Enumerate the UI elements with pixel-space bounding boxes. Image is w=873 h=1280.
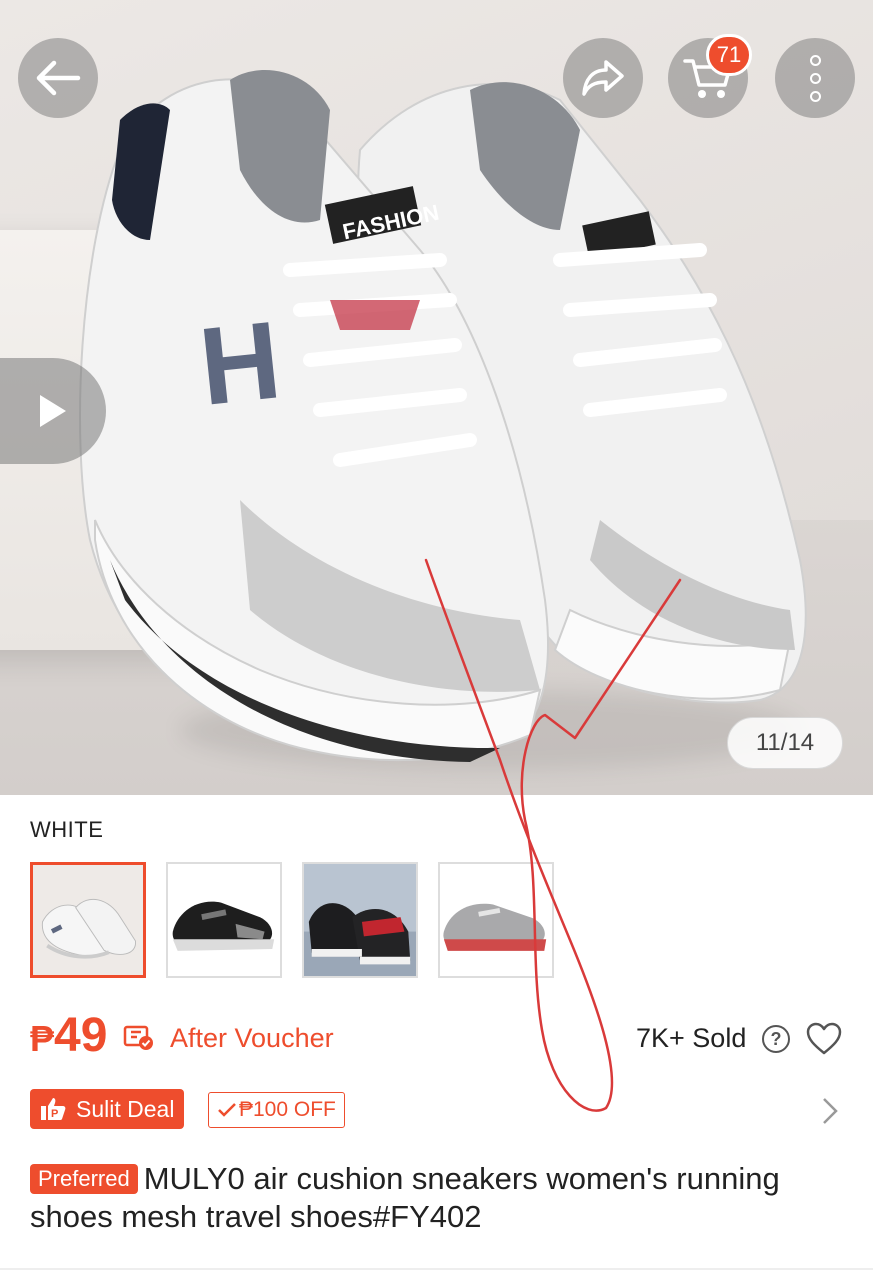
variant-thumb-black[interactable] [166, 862, 282, 978]
sneaker-black-red-image [304, 864, 416, 976]
help-icon[interactable]: ? [762, 1025, 790, 1053]
preferred-badge: Preferred [30, 1164, 138, 1194]
check-icon [218, 1103, 236, 1117]
image-counter: 11/14 [727, 717, 843, 769]
discount-badge[interactable]: ₱100 OFF [208, 1092, 345, 1128]
variant-thumbnails [30, 862, 554, 978]
share-button[interactable] [563, 38, 643, 118]
product-title: MULY0 air cushion sneakers women's runni… [30, 1161, 780, 1234]
sulit-deal-badge[interactable]: P Sulit Deal [30, 1089, 185, 1129]
cart-count-badge: 71 [706, 34, 752, 76]
price-value: 49 [54, 1009, 108, 1062]
sneaker-white-image [33, 865, 143, 975]
svg-text:P: P [51, 1108, 58, 1120]
voucher-icon [123, 1025, 153, 1050]
sneaker-grey-red-image [440, 864, 552, 976]
sold-count: 7K+ Sold [636, 1023, 747, 1053]
price: ₱49 [30, 1008, 107, 1063]
price-currency: ₱ [30, 1018, 55, 1059]
deal-thumb-icon: P [38, 1096, 68, 1122]
share-icon [582, 60, 624, 96]
chevron-right-icon[interactable] [820, 1096, 840, 1126]
back-button[interactable] [18, 38, 98, 118]
variant-thumb-white[interactable] [30, 862, 146, 978]
arrow-left-icon [36, 60, 81, 96]
more-options-button[interactable] [775, 38, 855, 118]
divider [0, 1268, 873, 1270]
product-photo-sneakers: H FASHION [79, 70, 807, 762]
deal-label: Sulit Deal [76, 1095, 175, 1122]
svg-text:H: H [194, 298, 286, 429]
variant-thumb-black-red[interactable] [302, 862, 418, 978]
after-voucher-label: After Voucher [170, 1023, 334, 1053]
more-vertical-icon [809, 54, 821, 102]
discount-label: ₱100 OFF [239, 1098, 336, 1121]
sneaker-black-image [168, 864, 280, 976]
play-video-button[interactable] [0, 358, 106, 464]
variant-thumb-grey-red[interactable] [438, 862, 554, 978]
heart-icon[interactable] [806, 1022, 842, 1056]
variant-label: WHITE [30, 817, 104, 842]
play-icon [40, 395, 66, 427]
product-image-gallery[interactable]: H FASHION 71 11/14 [0, 0, 873, 795]
product-title-block: Preferred MULY0 air cushion sneakers wome… [30, 1160, 850, 1236]
